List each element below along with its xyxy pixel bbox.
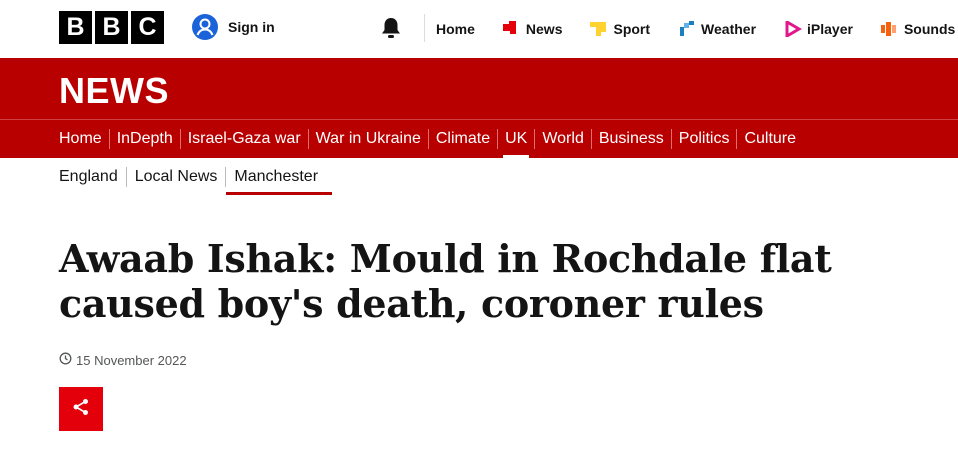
share-icon [72,398,90,421]
account-icon [192,14,218,40]
iplayer-icon [784,19,803,39]
top-nav-home-label: Home [436,21,475,37]
sub-nav-england[interactable]: England [59,167,126,187]
sport-icon [590,21,608,37]
weather-icon [678,21,696,37]
article-date: 15 November 2022 [59,352,187,368]
top-nav-news-label: News [525,21,563,37]
top-nav-sport-label: Sport [613,21,651,37]
news-brand[interactable]: NEWS [59,70,169,112]
logo-letter-c: C [131,11,164,44]
news-icon [502,21,521,37]
top-bar: B B C Sign in Home News Sport Weather iP… [0,0,958,58]
sign-in-link[interactable]: Sign in [192,14,275,40]
share-button[interactable] [59,387,103,431]
header-divider [424,14,425,42]
top-nav-iplayer[interactable]: iPlayer [784,19,853,39]
sub-nav-local-news[interactable]: Local News [125,167,226,187]
article-date-text: 15 November 2022 [76,352,187,368]
news-main-navigation: Home InDepth Israel-Gaza war War in Ukra… [59,120,803,159]
top-nav-iplayer-label: iPlayer [807,21,853,37]
main-nav-culture[interactable]: Culture [736,129,803,149]
main-nav-world[interactable]: World [534,129,591,149]
sounds-icon [880,21,899,37]
main-nav-home[interactable]: Home [59,129,109,149]
top-nav-weather[interactable]: Weather [678,21,756,37]
top-nav-news[interactable]: News [502,21,563,37]
sign-in-label: Sign in [228,19,275,35]
bbc-logo[interactable]: B B C [59,11,164,44]
top-nav-sounds-label: Sounds [903,21,956,37]
sub-nav-manchester[interactable]: Manchester [225,167,332,195]
main-nav-war-in-ukraine[interactable]: War in Ukraine [307,129,428,149]
top-nav-weather-label: Weather [701,21,757,37]
news-banner: NEWS Home InDepth Israel-Gaza war War in… [0,58,958,159]
top-navigation: Home News Sport Weather iPlayer Sounds [436,0,958,58]
main-nav-business[interactable]: Business [590,129,671,149]
main-nav-israel-gaza-war[interactable]: Israel-Gaza war [179,129,308,149]
main-nav-uk[interactable]: UK [497,129,534,159]
notifications-bell-icon[interactable] [380,16,402,45]
logo-letter-b2: B [95,11,128,44]
sub-navigation: England Local News Manchester [59,167,332,195]
main-nav-indepth[interactable]: InDepth [108,129,180,149]
top-nav-sounds[interactable]: Sounds [880,21,956,37]
top-nav-sport[interactable]: Sport [590,21,650,37]
main-nav-politics[interactable]: Politics [670,129,737,149]
clock-icon [59,352,72,368]
article-headline: Awaab Ishak: Mould in Rochdale flat caus… [59,236,832,326]
top-nav-home[interactable]: Home [436,21,475,37]
logo-letter-b1: B [59,11,92,44]
main-nav-climate[interactable]: Climate [427,129,497,149]
